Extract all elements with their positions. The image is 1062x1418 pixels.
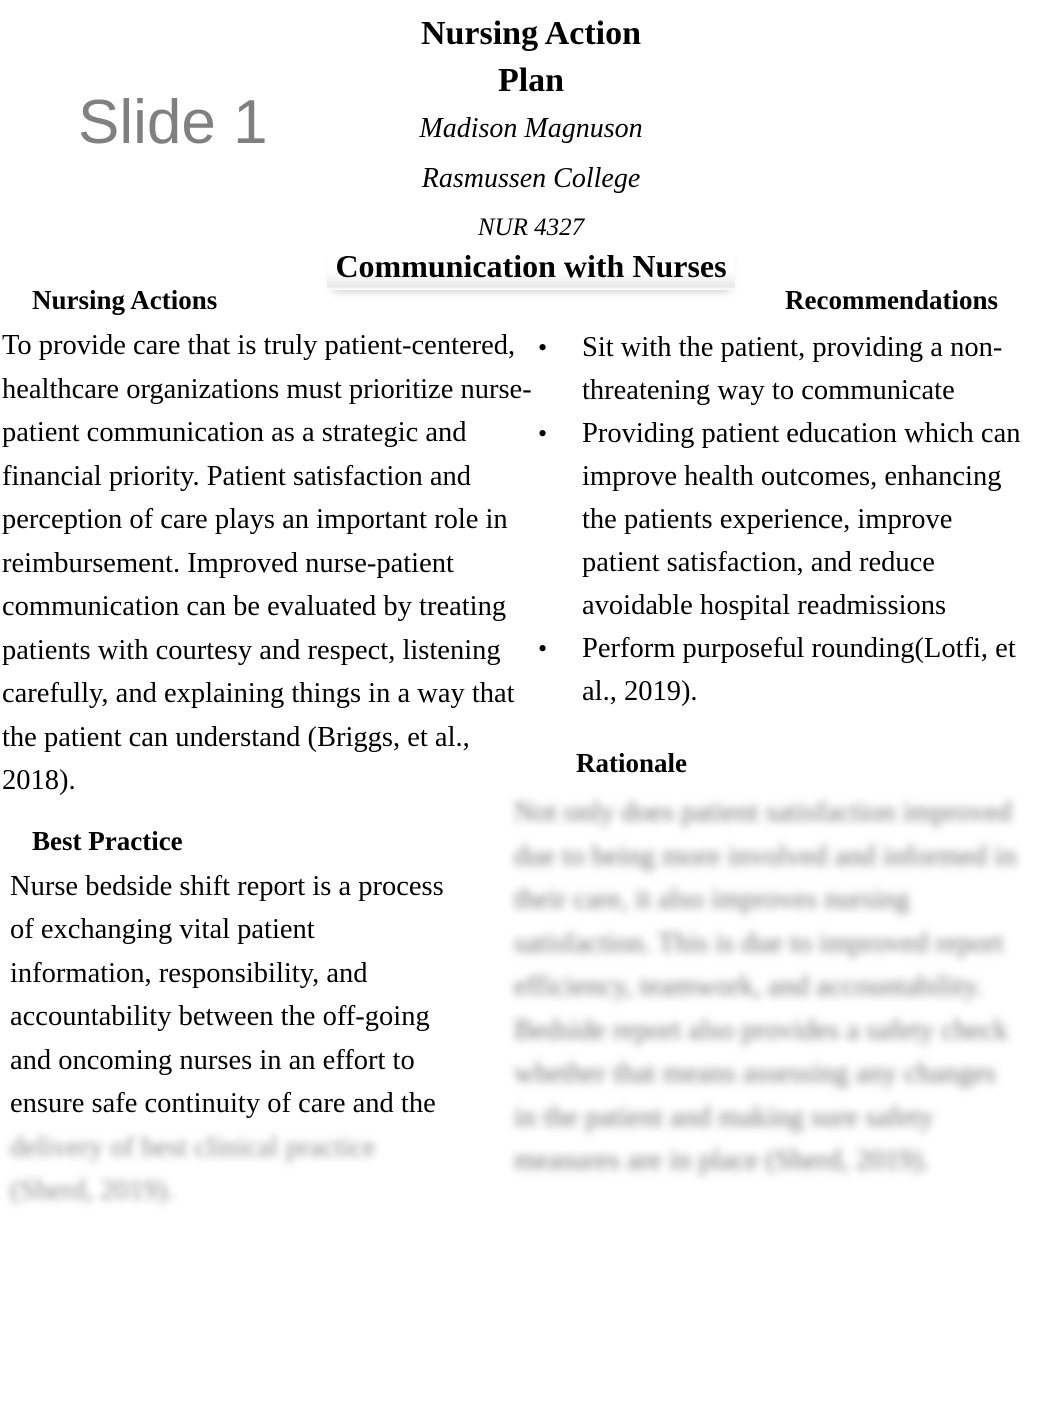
right-column: Recommendations • Sit with the patient, … xyxy=(512,282,1062,1183)
rationale-heading: Rationale xyxy=(576,748,687,778)
list-item: • Providing patient education which can … xyxy=(512,412,1062,627)
institution-name: Rasmussen College xyxy=(421,163,641,194)
list-item-text: Sit with the patient, providing a non-th… xyxy=(582,332,1003,406)
nursing-actions-heading: Nursing Actions xyxy=(32,285,218,315)
bullet-icon: • xyxy=(538,333,548,362)
recommendations-list: • Sit with the patient, providing a non-… xyxy=(512,318,1062,713)
best-practice-body-faded: delivery of best clinical practice (Sher… xyxy=(10,1131,376,1207)
course-code: NUR 4327 xyxy=(477,214,585,241)
left-column: Nursing Actions To provide care that is … xyxy=(0,282,540,1213)
list-item: • Perform purposeful rounding(Lotfi, et … xyxy=(512,627,1062,713)
best-practice-heading: Best Practice xyxy=(32,825,183,856)
list-item-text: Perform purposeful rounding(Lotfi, et al… xyxy=(582,633,1016,707)
recommendations-heading: Recommendations xyxy=(785,285,998,315)
slide-number-label: Slide 1 xyxy=(78,88,268,157)
rationale-body-blurred: Not only does patient satisfaction impro… xyxy=(514,797,1017,1176)
list-item: • Sit with the patient, providing a non-… xyxy=(512,326,1062,412)
list-item-text: Providing patient education which can im… xyxy=(582,418,1021,621)
nursing-actions-body: To provide care that is truly patient-ce… xyxy=(2,330,532,796)
bullet-icon: • xyxy=(538,419,548,448)
bullet-icon: • xyxy=(538,634,548,663)
document-title-line-1: Nursing Action xyxy=(420,15,642,52)
best-practice-body-visible: Nurse bedside shift report is a process … xyxy=(10,870,444,1120)
